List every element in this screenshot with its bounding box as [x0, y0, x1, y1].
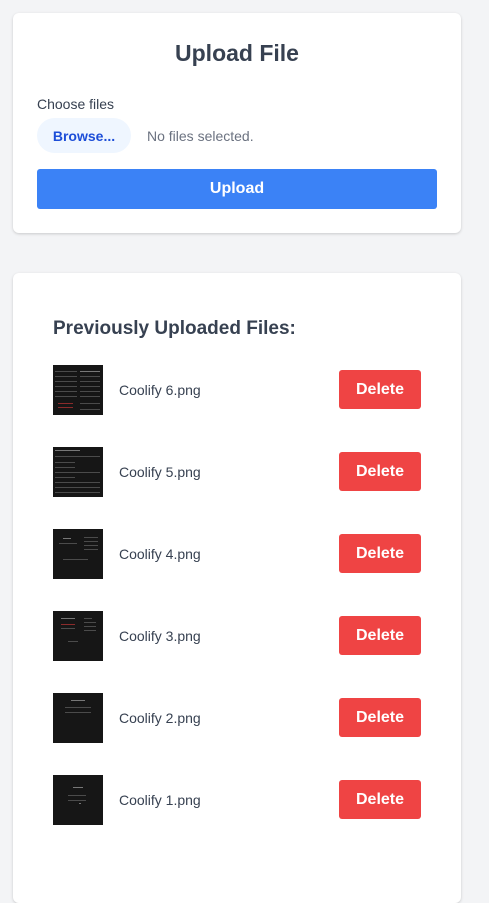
- thumbnail-detail: [68, 795, 86, 796]
- thumbnail-detail: [55, 450, 80, 451]
- thumbnail-detail: [55, 467, 75, 468]
- thumbnail-detail: [80, 403, 100, 404]
- thumbnail-detail: [84, 537, 98, 538]
- file-name: Coolify 5.png: [119, 464, 201, 480]
- browse-button[interactable]: Browse...: [37, 118, 131, 153]
- thumbnail-detail: [55, 456, 100, 457]
- thumbnail-detail: [84, 549, 98, 550]
- thumbnail-detail: [80, 396, 100, 397]
- thumbnail-detail: [80, 386, 100, 387]
- file-thumbnail: [53, 365, 103, 415]
- file-name: Coolify 2.png: [119, 710, 201, 726]
- file-list-item: Coolify 1.png Delete: [53, 775, 421, 857]
- thumbnail-detail: [55, 396, 77, 397]
- file-thumbnail: [53, 693, 103, 743]
- thumbnail-detail: [80, 376, 100, 377]
- delete-button[interactable]: Delete: [339, 616, 421, 655]
- thumbnail-detail: [55, 462, 75, 463]
- thumbnail-detail: [55, 477, 75, 478]
- thumbnail-detail: [58, 407, 73, 408]
- file-list-item: Coolify 4.png Delete: [53, 529, 421, 611]
- thumbnail-detail: [55, 487, 100, 488]
- uploaded-files-card: Previously Uploaded Files: Coolify 6.png…: [13, 273, 461, 903]
- delete-button[interactable]: Delete: [339, 452, 421, 491]
- file-name: Coolify 6.png: [119, 382, 201, 398]
- thumbnail-detail: [79, 803, 81, 804]
- thumbnail-detail: [68, 641, 78, 642]
- file-name: Coolify 4.png: [119, 546, 201, 562]
- delete-button[interactable]: Delete: [339, 370, 421, 409]
- thumbnail-detail: [55, 376, 77, 377]
- thumbnail-detail: [84, 630, 96, 631]
- thumbnail-detail: [55, 492, 100, 493]
- file-thumbnail: [53, 529, 103, 579]
- thumbnail-detail: [65, 707, 91, 708]
- thumbnail-detail: [58, 403, 73, 404]
- uploaded-files-title: Previously Uploaded Files:: [53, 318, 296, 339]
- thumbnail-detail: [68, 800, 86, 801]
- thumbnail-detail: [61, 618, 75, 619]
- thumbnail-detail: [80, 371, 100, 372]
- thumbnail-detail: [71, 700, 85, 701]
- thumbnail-detail: [55, 391, 77, 392]
- thumbnail-detail: [55, 482, 100, 483]
- file-list-item: Coolify 5.png Delete: [53, 447, 421, 529]
- thumbnail-detail: [63, 538, 71, 539]
- file-list-item: Coolify 6.png Delete: [53, 365, 421, 447]
- thumbnail-detail: [55, 381, 77, 382]
- choose-files-label: Choose files: [37, 96, 115, 112]
- file-thumbnail: [53, 611, 103, 661]
- thumbnail-detail: [73, 787, 83, 788]
- file-name: Coolify 1.png: [119, 792, 201, 808]
- file-list-item: Coolify 3.png Delete: [53, 611, 421, 693]
- thumbnail-detail: [84, 626, 96, 627]
- file-name: Coolify 3.png: [119, 628, 201, 644]
- file-thumbnail: [53, 775, 103, 825]
- thumbnail-detail: [65, 712, 91, 713]
- thumbnail-detail: [63, 559, 88, 560]
- file-list-item: Coolify 2.png Delete: [53, 693, 421, 775]
- thumbnail-detail: [84, 545, 98, 546]
- upload-button[interactable]: Upload: [37, 169, 437, 209]
- thumbnail-detail: [61, 624, 75, 625]
- thumbnail-detail: [80, 381, 100, 382]
- thumbnail-detail: [80, 409, 100, 410]
- thumbnail-detail: [80, 391, 100, 392]
- thumbnail-detail: [55, 472, 100, 473]
- thumbnail-detail: [55, 386, 77, 387]
- delete-button[interactable]: Delete: [339, 780, 421, 819]
- upload-card: Upload File Choose files Browse... No fi…: [13, 13, 461, 233]
- thumbnail-detail: [61, 628, 75, 629]
- no-files-selected-text: No files selected.: [147, 128, 254, 144]
- file-thumbnail: [53, 447, 103, 497]
- thumbnail-detail: [55, 371, 77, 372]
- upload-title: Upload File: [175, 40, 299, 66]
- file-list: Coolify 6.png Delete Coolify 5.png Delet…: [53, 365, 421, 857]
- thumbnail-detail: [84, 541, 98, 542]
- thumbnail-detail: [84, 622, 96, 623]
- thumbnail-detail: [59, 543, 77, 544]
- thumbnail-detail: [84, 618, 92, 619]
- delete-button[interactable]: Delete: [339, 534, 421, 573]
- delete-button[interactable]: Delete: [339, 698, 421, 737]
